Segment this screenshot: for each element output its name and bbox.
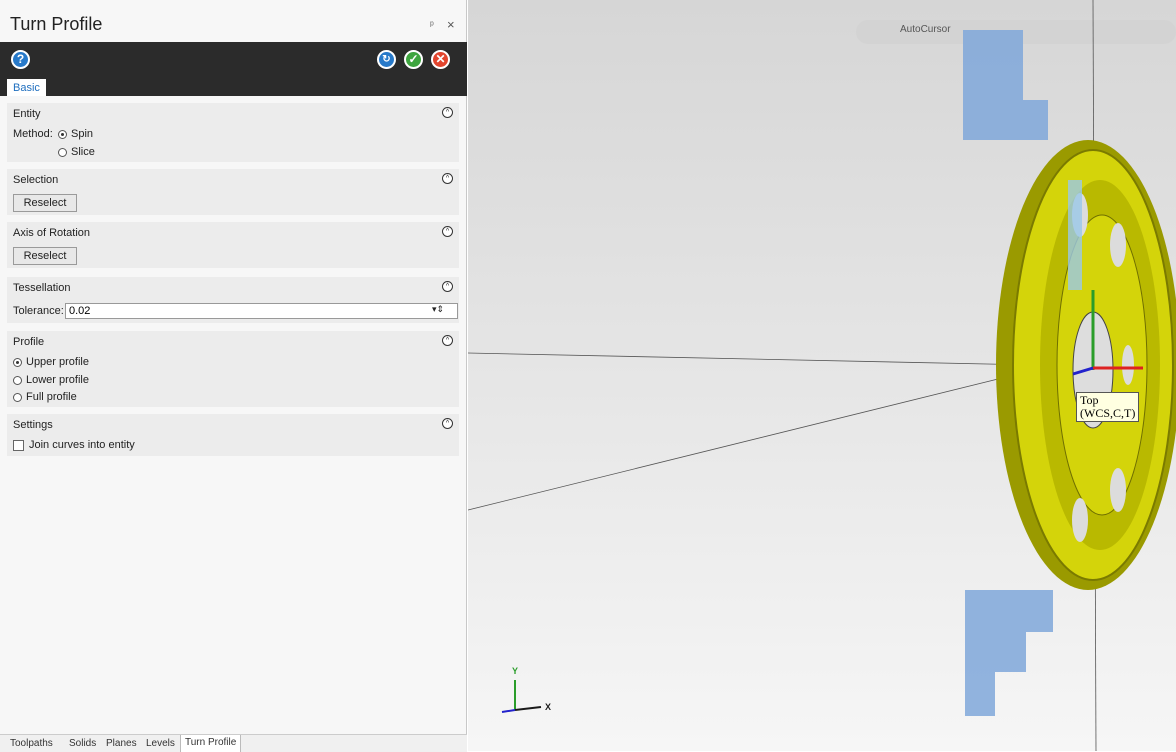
join-curves-label: Join curves into entity xyxy=(29,439,135,451)
tab-turn-profile[interactable]: Turn Profile xyxy=(180,735,242,752)
apply-icon[interactable]: ↻ xyxy=(377,50,396,69)
tab-basic[interactable]: Basic xyxy=(7,79,46,96)
profile-title: Profile xyxy=(13,336,45,348)
action-bar xyxy=(0,42,467,78)
lower-profile-label: Lower profile xyxy=(26,374,89,386)
triad-z-axis xyxy=(501,709,516,713)
tab-levels[interactable]: Levels xyxy=(146,738,175,749)
tab-planes[interactable]: Planes xyxy=(106,738,137,749)
lower-profile-radio[interactable] xyxy=(13,376,22,385)
collapse-icon[interactable]: ^ xyxy=(442,281,453,292)
ok-icon[interactable]: ✓ xyxy=(404,50,423,69)
tolerance-label: Tolerance: xyxy=(13,305,64,317)
tab-toolpaths[interactable]: Toolpaths xyxy=(10,738,53,749)
spin-label: Spin xyxy=(71,128,94,140)
collapse-icon[interactable]: ^ xyxy=(442,226,453,237)
turn-profile-panel: Turn Profile ᵖ × ? ↻ ✓ ✕ Basic Entity ^ … xyxy=(0,0,467,752)
selection-title: Selection xyxy=(13,174,59,186)
graphics-viewport[interactable]: Y X AutoCursor xyxy=(468,0,1176,751)
method-label: Method: xyxy=(13,128,53,140)
collapse-icon[interactable]: ^ xyxy=(442,335,453,346)
full-profile-label: Full profile xyxy=(26,391,77,403)
stock-lower xyxy=(965,590,1053,716)
settings-section: Settings ^ Join curves into entity xyxy=(7,414,459,456)
axis-section: Axis of Rotation ^ Reselect xyxy=(7,222,459,268)
upper-profile-label: Upper profile xyxy=(26,356,89,368)
close-icon[interactable]: × xyxy=(447,17,455,32)
profile-section: Profile ^ Upper profile Lower profile Fu… xyxy=(7,331,459,407)
pin-icon[interactable]: ᵖ xyxy=(430,20,434,31)
selection-reselect-button[interactable]: Reselect xyxy=(13,194,77,212)
gear-model xyxy=(996,140,1176,590)
tab-strip xyxy=(0,78,467,96)
entity-section: Entity ^ Method: Spin Slice xyxy=(7,103,459,162)
tooltip-view-detail: (WCS,C,T) xyxy=(1080,406,1136,420)
spin-radio[interactable] xyxy=(58,130,67,139)
axis-reselect-button[interactable]: Reselect xyxy=(13,247,77,265)
bottom-tab-bar: Toolpaths Solids Planes Levels Turn Prof… xyxy=(0,734,467,752)
panel-title: Turn Profile xyxy=(10,14,103,34)
slice-radio[interactable] xyxy=(58,148,67,157)
entity-title: Entity xyxy=(13,108,41,120)
triad-x-label: X xyxy=(545,702,552,712)
selection-section: Selection ^ Reselect xyxy=(7,169,459,215)
triad-x-axis xyxy=(514,706,542,711)
settings-title: Settings xyxy=(13,419,53,431)
upper-profile-radio[interactable] xyxy=(13,358,22,367)
slice-label: Slice xyxy=(71,146,95,158)
view-tooltip: Top (WCS,C,T) xyxy=(1076,392,1140,422)
join-curves-checkbox[interactable] xyxy=(13,440,24,451)
stock-upper xyxy=(963,30,1048,140)
triad-y-label: Y xyxy=(512,666,519,676)
collapse-icon[interactable]: ^ xyxy=(442,107,453,118)
tab-solids[interactable]: Solids xyxy=(69,738,96,749)
axis-title: Axis of Rotation xyxy=(13,227,91,239)
tolerance-input[interactable] xyxy=(65,303,458,319)
spinner-icon[interactable]: ▾⇕ xyxy=(432,304,444,315)
collapse-icon[interactable]: ^ xyxy=(442,173,453,184)
full-profile-radio[interactable] xyxy=(13,393,22,402)
autocursor-label[interactable]: AutoCursor xyxy=(900,24,951,35)
help-icon[interactable]: ? xyxy=(11,50,30,69)
collapse-icon[interactable]: ^ xyxy=(442,418,453,429)
tessellation-title: Tessellation xyxy=(13,282,71,294)
cancel-icon[interactable]: ✕ xyxy=(431,50,450,69)
scene xyxy=(468,0,1176,751)
